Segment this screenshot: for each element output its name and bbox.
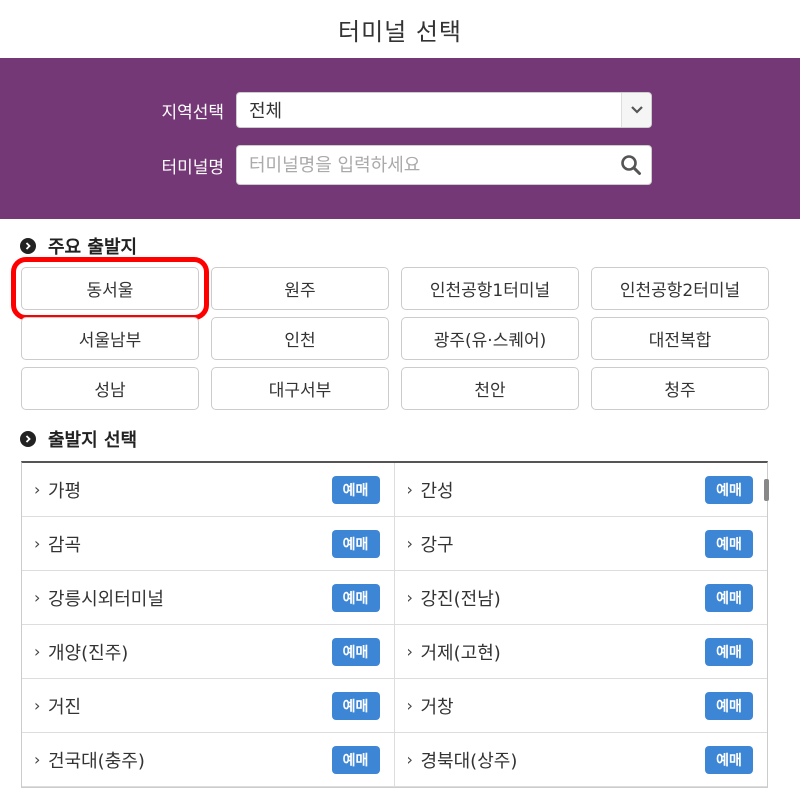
chevron-right-icon: › [34,480,41,499]
region-select[interactable]: 전체 [236,92,652,128]
chevron-right-icon: › [406,480,413,499]
terminal-search-input[interactable] [237,154,611,176]
reserve-button[interactable]: 예매 [331,745,380,774]
major-terminal-button[interactable]: 광주(유·스퀘어) [401,317,579,360]
scrollbar-thumb[interactable] [764,479,769,501]
table-row: › 개양(진주) 예매 › 거제(고현) 예매 [22,625,767,679]
chevron-right-circle-icon [20,238,36,254]
region-label: 지역선택 [161,102,224,123]
terminal-item[interactable]: › 가평 예매 [22,463,395,516]
chevron-right-icon: › [406,534,413,553]
region-filter-row: 지역선택 전체 [0,92,652,128]
chevron-right-icon: › [34,642,41,661]
terminal-item[interactable]: › 경북대(상주) 예매 [395,733,768,786]
terminal-filter-row: 터미널명 [0,145,652,185]
major-departures-grid: 동서울 원주 인천공항1터미널 인천공항2터미널 서울남부 인천 광주(유·스퀘… [0,257,800,410]
terminal-item[interactable]: › 개양(진주) 예매 [22,625,395,678]
reserve-button[interactable]: 예매 [331,691,380,720]
table-row: › 강릉시외터미널 예매 › 강진(전남) 예매 [22,571,767,625]
terminal-name[interactable]: 간성 [421,477,706,503]
reserve-button[interactable]: 예매 [705,637,753,666]
table-row: › 가평 예매 › 간성 예매 [22,463,767,517]
terminal-name[interactable]: 강릉시외터미널 [48,585,332,611]
table-row: › 건국대(충주) 예매 › 경북대(상주) 예매 [22,733,767,787]
major-terminal-button[interactable]: 인천 [211,317,389,360]
major-terminal-button[interactable]: 인천공항1터미널 [401,267,579,310]
terminal-name[interactable]: 강진(전남) [421,585,706,611]
terminal-name[interactable]: 강구 [421,531,706,557]
terminal-name[interactable]: 거제(고현) [421,639,706,665]
reserve-button[interactable]: 예매 [705,583,753,612]
terminal-name[interactable]: 가평 [48,477,332,503]
major-terminal-button[interactable]: 대구서부 [211,367,389,410]
major-terminal-button[interactable]: 천안 [401,367,579,410]
terminal-name[interactable]: 거진 [48,693,332,719]
reserve-button[interactable]: 예매 [331,583,380,612]
major-terminal-button[interactable]: 인천공항2터미널 [591,267,769,310]
terminal-label: 터미널명 [161,157,224,178]
chevron-right-circle-icon [20,431,36,447]
page-title: 터미널 선택 [337,17,463,46]
departure-select-title: 출발지 선택 [48,430,138,451]
title-bar: 터미널 선택 [0,0,800,58]
major-departures-heading: 주요 출발지 [0,231,800,261]
terminal-item[interactable]: › 거창 예매 [395,679,768,732]
terminal-name[interactable]: 거창 [421,693,706,719]
terminal-item[interactable]: › 감곡 예매 [22,517,395,570]
reserve-button[interactable]: 예매 [705,745,753,774]
reserve-button[interactable]: 예매 [705,691,753,720]
terminal-item[interactable]: › 강진(전남) 예매 [395,571,768,624]
reserve-button[interactable]: 예매 [331,475,380,504]
major-terminal-button[interactable]: 청주 [591,367,769,410]
reserve-button[interactable]: 예매 [705,529,753,558]
terminal-name[interactable]: 감곡 [48,531,332,557]
terminal-list[interactable]: › 가평 예매 › 간성 예매 › 감곡 예매 › 강구 예매 › 강릉시외터미… [21,461,769,788]
terminal-item[interactable]: › 거진 예매 [22,679,395,732]
terminal-name[interactable]: 개양(진주) [48,639,332,665]
table-row: › 거진 예매 › 거창 예매 [22,679,767,733]
terminal-item[interactable]: › 강구 예매 [395,517,768,570]
terminal-search-box [236,145,652,185]
major-departures-title: 주요 출발지 [48,237,138,258]
chevron-right-icon: › [406,588,413,607]
filter-panel: 지역선택 전체 터미널명 [0,58,800,219]
reserve-button[interactable]: 예매 [331,529,380,558]
major-terminal-button[interactable]: 동서울 [11,257,209,320]
terminal-name[interactable]: 경북대(상주) [421,747,706,773]
table-row: › 감곡 예매 › 강구 예매 [22,517,767,571]
chevron-right-icon: › [406,696,413,715]
chevron-right-icon: › [406,750,413,769]
chevron-right-icon: › [34,750,41,769]
terminal-item[interactable]: › 건국대(충주) 예매 [22,733,395,786]
terminal-name[interactable]: 건국대(충주) [48,747,332,773]
terminal-item[interactable]: › 강릉시외터미널 예매 [22,571,395,624]
chevron-down-icon[interactable] [621,93,651,127]
region-select-value: 전체 [249,101,283,122]
chevron-right-icon: › [34,696,41,715]
chevron-right-icon: › [406,642,413,661]
major-terminal-button[interactable]: 성남 [21,367,199,410]
terminal-item[interactable]: › 거제(고현) 예매 [395,625,768,678]
major-terminal-button[interactable]: 서울남부 [21,317,199,360]
search-icon[interactable] [611,146,651,184]
major-terminal-button[interactable]: 원주 [211,267,389,310]
major-terminal-button[interactable]: 대전복합 [591,317,769,360]
reserve-button[interactable]: 예매 [331,637,380,666]
departure-select-heading: 출발지 선택 [0,424,800,454]
terminal-item[interactable]: › 간성 예매 [395,463,768,516]
chevron-right-icon: › [34,588,41,607]
chevron-right-icon: › [34,534,41,553]
reserve-button[interactable]: 예매 [705,475,753,504]
